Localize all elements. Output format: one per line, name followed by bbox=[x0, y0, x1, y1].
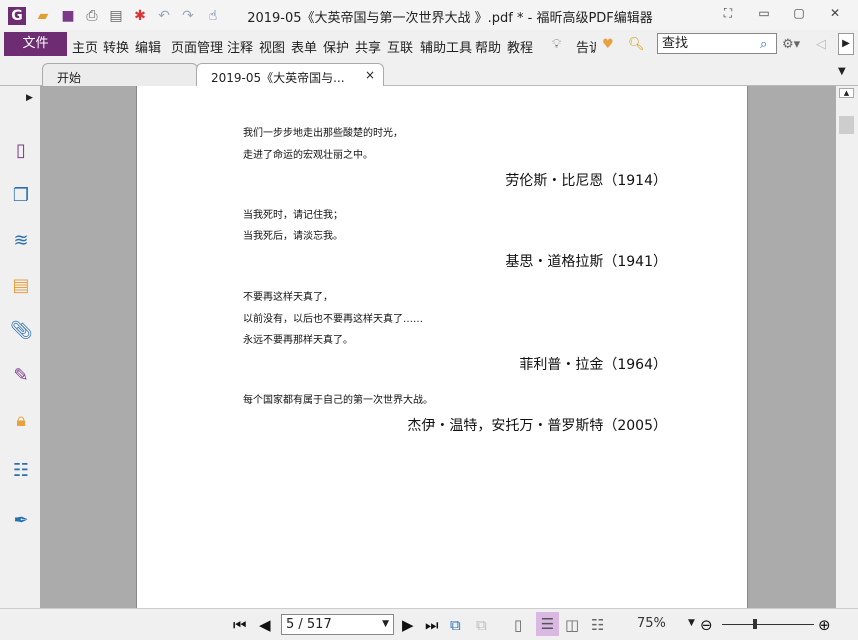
page-number: 5 / 517 bbox=[286, 617, 332, 632]
continuous-page-icon[interactable]: ☰ bbox=[536, 612, 559, 636]
author-line: 菲利普・拉金（1964） bbox=[519, 357, 667, 373]
zoom-slider-thumb[interactable] bbox=[753, 619, 757, 629]
tab-label: 2019-05《大英帝国与... bbox=[211, 71, 345, 85]
fullscreen-icon[interactable]: ⛶ bbox=[718, 6, 738, 24]
ribbon-scroll-left-icon[interactable]: ◁ bbox=[816, 37, 826, 52]
maximize-button[interactable]: ▢ bbox=[789, 6, 809, 24]
previous-view-icon[interactable]: ⧉ bbox=[450, 616, 461, 634]
search-folder-icon[interactable]: 🔍︎ bbox=[628, 37, 645, 52]
menu-connect[interactable]: 互联 bbox=[387, 37, 413, 56]
menu-accessibility[interactable]: 辅助工具 bbox=[420, 37, 472, 56]
menu-share[interactable]: 共享 bbox=[355, 37, 381, 56]
zoom-slider[interactable] bbox=[722, 624, 814, 625]
new-icon[interactable]: ✱ bbox=[131, 7, 149, 25]
scroll-thumb[interactable] bbox=[839, 116, 854, 134]
menu-help[interactable]: 帮助 bbox=[475, 37, 501, 56]
settings-icon[interactable]: ⚙▾ bbox=[782, 37, 800, 52]
layers-icon[interactable]: ≋ bbox=[10, 230, 32, 252]
next-view-icon[interactable]: ⧉ bbox=[476, 616, 487, 634]
text-line: 当我死后，请淡忘我。 bbox=[243, 231, 343, 242]
window-title: 2019-05《大英帝国与第一次世界大战 》.pdf * - 福昕高级PDF编辑… bbox=[247, 11, 653, 26]
author-line: 杰伊・温特，安托万・普罗斯特（2005） bbox=[407, 418, 667, 434]
menu-home[interactable]: 主页 bbox=[72, 37, 98, 56]
vertical-scrollbar[interactable]: ▲ bbox=[836, 86, 858, 608]
scroll-up-icon[interactable]: ▲ bbox=[839, 88, 854, 98]
save-icon[interactable]: ■ bbox=[59, 7, 77, 25]
menu-view[interactable]: 视图 bbox=[259, 37, 285, 56]
ribbon-scroll-right-icon[interactable]: ▶ bbox=[838, 33, 854, 55]
lightbulb-icon[interactable]: 💡︎ bbox=[552, 37, 561, 52]
print-icon[interactable]: ⎙ bbox=[83, 7, 101, 25]
menu-edit[interactable]: 编辑 bbox=[135, 37, 161, 56]
menu-protect[interactable]: 保护 bbox=[323, 37, 349, 56]
author-line: 基思・道格拉斯（1941） bbox=[505, 254, 667, 270]
search-icon[interactable]: ⌕ bbox=[760, 37, 767, 52]
tab-document[interactable]: 2019-05《大英帝国与... × bbox=[196, 63, 384, 88]
pages-icon[interactable]: ❐ bbox=[10, 185, 32, 207]
tell-me[interactable]: 告诉 bbox=[576, 37, 596, 56]
search-input[interactable]: 查找 bbox=[657, 33, 777, 54]
app-logo-icon[interactable]: G bbox=[8, 7, 26, 25]
close-tab-icon[interactable]: × bbox=[365, 68, 375, 82]
hand-tool-icon[interactable]: ☝ bbox=[204, 7, 222, 25]
author-line: 劳伦斯・比尼恩（1914） bbox=[505, 173, 667, 189]
security-icon[interactable]: 🔒︎ bbox=[10, 410, 32, 432]
text-line: 永远不要再那样天真了。 bbox=[243, 335, 353, 346]
continuous-facing-icon[interactable]: ☷ bbox=[591, 616, 604, 634]
pdf-page: 我们一步步地走出那些酸楚的时光， 走进了命运的宏观壮丽之中。 劳伦斯・比尼恩（1… bbox=[136, 86, 748, 608]
page-thumbnail-icon[interactable]: ▯ bbox=[10, 140, 32, 162]
menu-convert[interactable]: 转换 bbox=[103, 37, 129, 56]
attachments-icon[interactable]: 📎︎ bbox=[10, 320, 33, 342]
tab-label: 开始 bbox=[57, 71, 82, 85]
menu-comment[interactable]: 注释 bbox=[227, 37, 253, 56]
menu-organize[interactable]: 页面管理 bbox=[171, 37, 223, 56]
facing-page-icon[interactable]: ◫ bbox=[565, 616, 579, 634]
text-line: 走进了命运的宏观壮丽之中。 bbox=[243, 150, 373, 161]
zoom-out-icon[interactable]: ⊖ bbox=[700, 616, 713, 634]
undo-icon[interactable]: ↶ bbox=[155, 7, 173, 25]
text-line: 每个国家都有属于自己的第一次世界大战。 bbox=[243, 395, 433, 406]
comments-icon[interactable]: ▤ bbox=[10, 275, 32, 297]
zoom-in-icon[interactable]: ⊕ bbox=[818, 616, 831, 634]
certify-icon[interactable]: ✒ bbox=[10, 510, 32, 532]
tab-start[interactable]: 开始 bbox=[42, 63, 198, 87]
tab-list-icon[interactable]: ▼ bbox=[838, 66, 846, 77]
open-icon[interactable]: ▰ bbox=[34, 7, 52, 25]
zoom-dropdown-icon[interactable]: ▼ bbox=[688, 618, 695, 628]
last-page-icon[interactable]: ⏭ bbox=[425, 616, 439, 634]
signature-icon[interactable]: ✎ bbox=[10, 365, 32, 387]
file-menu-button[interactable]: 文件 bbox=[4, 32, 67, 56]
menu-tutorial[interactable]: 教程 bbox=[507, 37, 533, 56]
form-fields-icon[interactable]: ☷ bbox=[10, 460, 32, 482]
minimize-button[interactable]: ▭ bbox=[754, 6, 774, 24]
text-line: 当我死时，请记住我； bbox=[243, 210, 343, 221]
text-line: 以前没有，以后也不要再这样天真了…… bbox=[243, 314, 423, 325]
previous-page-icon[interactable]: ◀ bbox=[259, 616, 271, 634]
first-page-icon[interactable]: ⏮ bbox=[233, 616, 247, 634]
close-button[interactable]: ✕ bbox=[825, 6, 845, 24]
menu-form[interactable]: 表单 bbox=[291, 37, 317, 56]
heart-icon[interactable]: ♥ bbox=[602, 37, 614, 52]
single-page-icon[interactable]: ▯ bbox=[514, 616, 522, 634]
expand-panel-icon[interactable]: ▶ bbox=[26, 93, 33, 103]
text-line: 不要再这样天真了， bbox=[243, 292, 333, 303]
zoom-level[interactable]: 75% bbox=[637, 616, 666, 631]
redo-icon[interactable]: ↷ bbox=[179, 7, 197, 25]
page-number-input[interactable]: 5 / 517 ▼ bbox=[281, 614, 394, 635]
properties-icon[interactable]: ▤ bbox=[107, 7, 125, 25]
text-line: 我们一步步地走出那些酸楚的时光， bbox=[243, 128, 403, 139]
next-page-icon[interactable]: ▶ bbox=[402, 616, 414, 634]
